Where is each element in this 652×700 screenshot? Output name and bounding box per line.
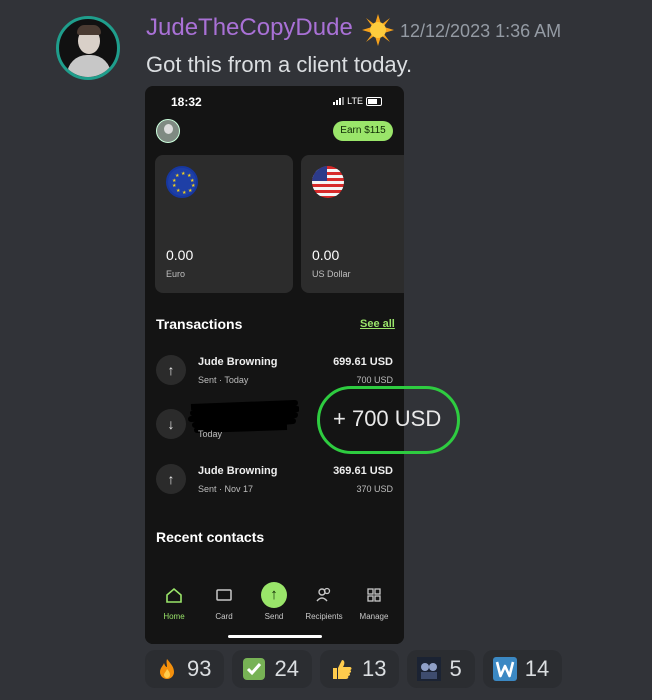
recent-contacts-heading: Recent contacts — [156, 529, 265, 545]
transaction-name[interactable]: Jude Browning — [198, 356, 277, 368]
network-label: LTE — [347, 96, 363, 106]
reaction-w[interactable]: 14 — [482, 650, 563, 688]
status-bar-right: LTE — [333, 96, 382, 106]
us-flag-icon — [312, 166, 344, 198]
home-indicator — [228, 635, 322, 638]
transaction-subtitle: Sent · Nov 17 — [198, 484, 254, 494]
usd-amount: 0.00 — [312, 247, 340, 263]
nav-home[interactable]: Home — [149, 574, 199, 621]
home-icon — [166, 587, 182, 603]
reaction-fire[interactable]: 93 — [145, 650, 225, 688]
eu-flag-icon: ★ ★ ★ ★ ★ ★ ★ ★ ★ ★ — [166, 166, 198, 198]
transaction-amount-original: 370 USD — [356, 484, 393, 494]
bottom-nav: Home Card ↑ Send Recipients Manage — [145, 574, 404, 644]
usd-balance-card[interactable]: 0.00 US Dollar — [301, 155, 404, 293]
transactions-heading: Transactions — [156, 316, 243, 332]
sent-arrow-up-icon: ↑ — [156, 355, 186, 385]
username[interactable]: JudeTheCopyDude — [146, 14, 353, 42]
reaction-thumbs-up[interactable]: 13 — [319, 650, 400, 688]
w-letter-emoji-icon — [492, 657, 517, 681]
send-icon: ↑ — [249, 582, 299, 608]
nav-card[interactable]: Card — [199, 574, 249, 621]
euro-balance-card[interactable]: ★ ★ ★ ★ ★ ★ ★ ★ ★ ★ 0.00 Euro — [155, 155, 293, 293]
nav-recipients[interactable]: Recipients — [299, 574, 349, 621]
euro-amount: 0.00 — [166, 247, 194, 263]
profile-avatar[interactable] — [156, 119, 180, 143]
battery-icon — [366, 96, 382, 106]
highlight-amount: + 700 USD — [333, 406, 442, 431]
transaction-amount-original: 700 USD — [356, 375, 393, 385]
fire-emoji-icon — [160, 659, 174, 679]
usd-label: US Dollar — [312, 269, 351, 279]
transaction-subtitle: Sent · Today — [198, 375, 249, 385]
phone-screenshot[interactable]: 18:32 LTE Earn $115 ★ ★ ★ ★ ★ ★ ★ ★ ★ ★ 0.00 E… — [145, 86, 404, 644]
sent-arrow-up-icon: ↑ — [156, 464, 186, 494]
user-avatar[interactable] — [56, 16, 120, 80]
check-mark-emoji-icon — [243, 658, 266, 680]
nav-send[interactable]: ↑ Send — [249, 574, 299, 621]
manage-icon — [367, 588, 381, 602]
custom-emoji-icon — [417, 657, 442, 681]
transaction-amount: 369.61 USD — [333, 465, 393, 477]
sun-badge-icon — [362, 14, 394, 46]
redaction-scribble — [188, 400, 299, 433]
received-arrow-down-icon: ↓ — [156, 409, 186, 439]
card-icon — [216, 589, 232, 601]
transaction-name[interactable]: Jude Browning — [198, 465, 277, 477]
status-time: 18:32 — [171, 95, 202, 109]
signal-icon — [333, 97, 345, 105]
message-text: Got this from a client today. — [146, 52, 413, 77]
reaction-custom[interactable]: 5 — [407, 650, 475, 688]
euro-label: Euro — [166, 269, 186, 279]
transaction-subtitle: Today — [198, 429, 223, 439]
see-all-link[interactable]: See all — [360, 318, 395, 330]
thumbs-up-emoji-icon — [332, 660, 352, 679]
nav-manage[interactable]: Manage — [349, 574, 399, 621]
earn-button[interactable]: Earn $115 — [333, 121, 393, 141]
reactions-bar: 93 24 13 5 14 — [145, 650, 563, 688]
recipients-icon — [316, 587, 331, 602]
transaction-amount: 699.61 USD — [333, 356, 393, 368]
reaction-check[interactable]: 24 — [232, 650, 312, 688]
message-timestamp: 12/12/2023 1:36 AM — [400, 21, 562, 41]
